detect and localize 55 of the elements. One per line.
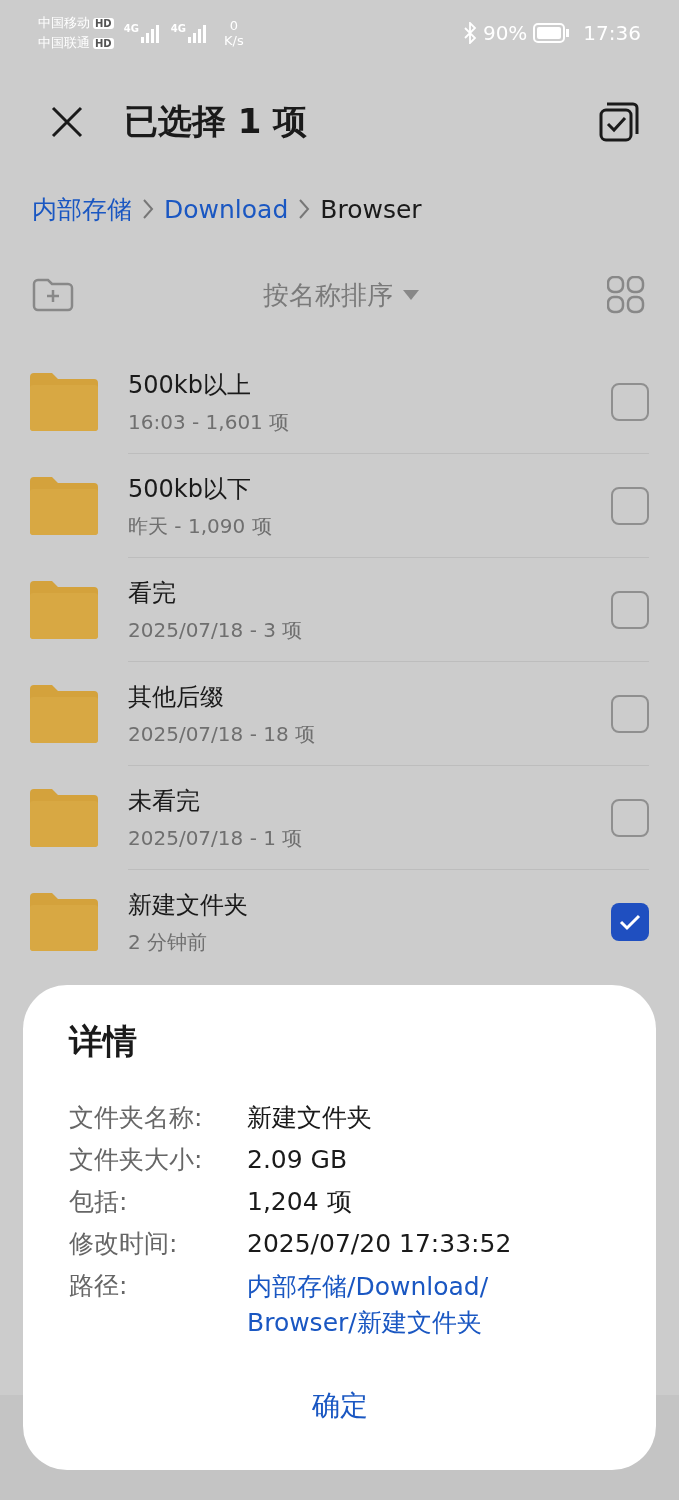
checkbox[interactable] bbox=[611, 799, 649, 837]
detail-value: 2025/07/20 17:33:52 bbox=[247, 1228, 513, 1260]
folder-icon bbox=[30, 893, 98, 951]
path-link[interactable]: Browser/新建文件夹 bbox=[247, 1305, 610, 1341]
breadcrumb-item[interactable]: Browser bbox=[320, 194, 422, 224]
folder-icon bbox=[30, 373, 98, 431]
dropdown-icon[interactable] bbox=[402, 290, 419, 300]
detail-label: 文件夹大小: bbox=[69, 1144, 204, 1176]
selection-title: 已选择 1 项 bbox=[124, 100, 309, 143]
folder-name: 500kb以上 bbox=[128, 369, 252, 401]
folder-meta: 2025/07/18 - 18 项 bbox=[128, 720, 316, 748]
close-icon[interactable] bbox=[50, 105, 84, 139]
path-link[interactable]: 内部存储/Download/ bbox=[247, 1269, 610, 1305]
folder-name: 新建文件夹 bbox=[128, 889, 249, 921]
new-folder-icon[interactable] bbox=[32, 278, 74, 312]
checkbox[interactable] bbox=[611, 903, 649, 941]
folder-meta: 2025/07/18 - 3 项 bbox=[128, 616, 304, 644]
folder-icon bbox=[30, 581, 98, 639]
bluetooth-icon bbox=[462, 22, 477, 44]
folder-icon bbox=[30, 477, 98, 535]
checkbox[interactable] bbox=[611, 383, 649, 421]
select-all-icon[interactable] bbox=[599, 102, 639, 142]
checkbox[interactable] bbox=[611, 695, 649, 733]
folder-name: 其他后缀 bbox=[128, 681, 225, 713]
folder-meta: 2 分钟前 bbox=[128, 928, 209, 956]
breadcrumb-item[interactable]: 内部存储 bbox=[32, 192, 132, 226]
chevron-icon bbox=[142, 198, 154, 220]
confirm-button[interactable]: 确定 bbox=[291, 1381, 388, 1431]
folder-icon bbox=[30, 789, 98, 847]
detail-value: 新建文件夹 bbox=[247, 1102, 373, 1134]
detail-label: 修改时间: bbox=[69, 1228, 179, 1260]
folder-meta: 16:03 - 1,601 项 bbox=[128, 408, 291, 436]
detail-label: 路径: bbox=[69, 1270, 129, 1302]
detail-value: 1,204 项 bbox=[247, 1186, 353, 1218]
dialog-title: 详情 bbox=[69, 1020, 138, 1063]
breadcrumb-item[interactable]: Download bbox=[164, 194, 289, 224]
chevron-icon bbox=[298, 198, 311, 220]
detail-value: 2.09 GB bbox=[247, 1144, 349, 1176]
folder-icon bbox=[30, 685, 98, 743]
folder-name: 500kb以下 bbox=[128, 473, 252, 505]
folder-meta: 昨天 - 1,090 项 bbox=[128, 512, 273, 540]
grid-view-icon[interactable] bbox=[607, 276, 645, 314]
detail-label: 文件夹名称: bbox=[69, 1102, 204, 1134]
checkbox[interactable] bbox=[611, 591, 649, 629]
folder-name: 看完 bbox=[128, 577, 177, 609]
detail-label: 包括: bbox=[69, 1186, 129, 1218]
signal-icon bbox=[140, 23, 161, 43]
battery-icon bbox=[533, 23, 570, 43]
folder-name: 未看完 bbox=[128, 785, 201, 817]
checkbox[interactable] bbox=[611, 487, 649, 525]
hd-badge: HD bbox=[93, 17, 114, 29]
signal-icon bbox=[188, 23, 208, 43]
hd-badge: HD bbox=[93, 37, 114, 49]
folder-meta: 2025/07/18 - 1 项 bbox=[128, 824, 304, 852]
checkmark-icon bbox=[618, 912, 642, 932]
